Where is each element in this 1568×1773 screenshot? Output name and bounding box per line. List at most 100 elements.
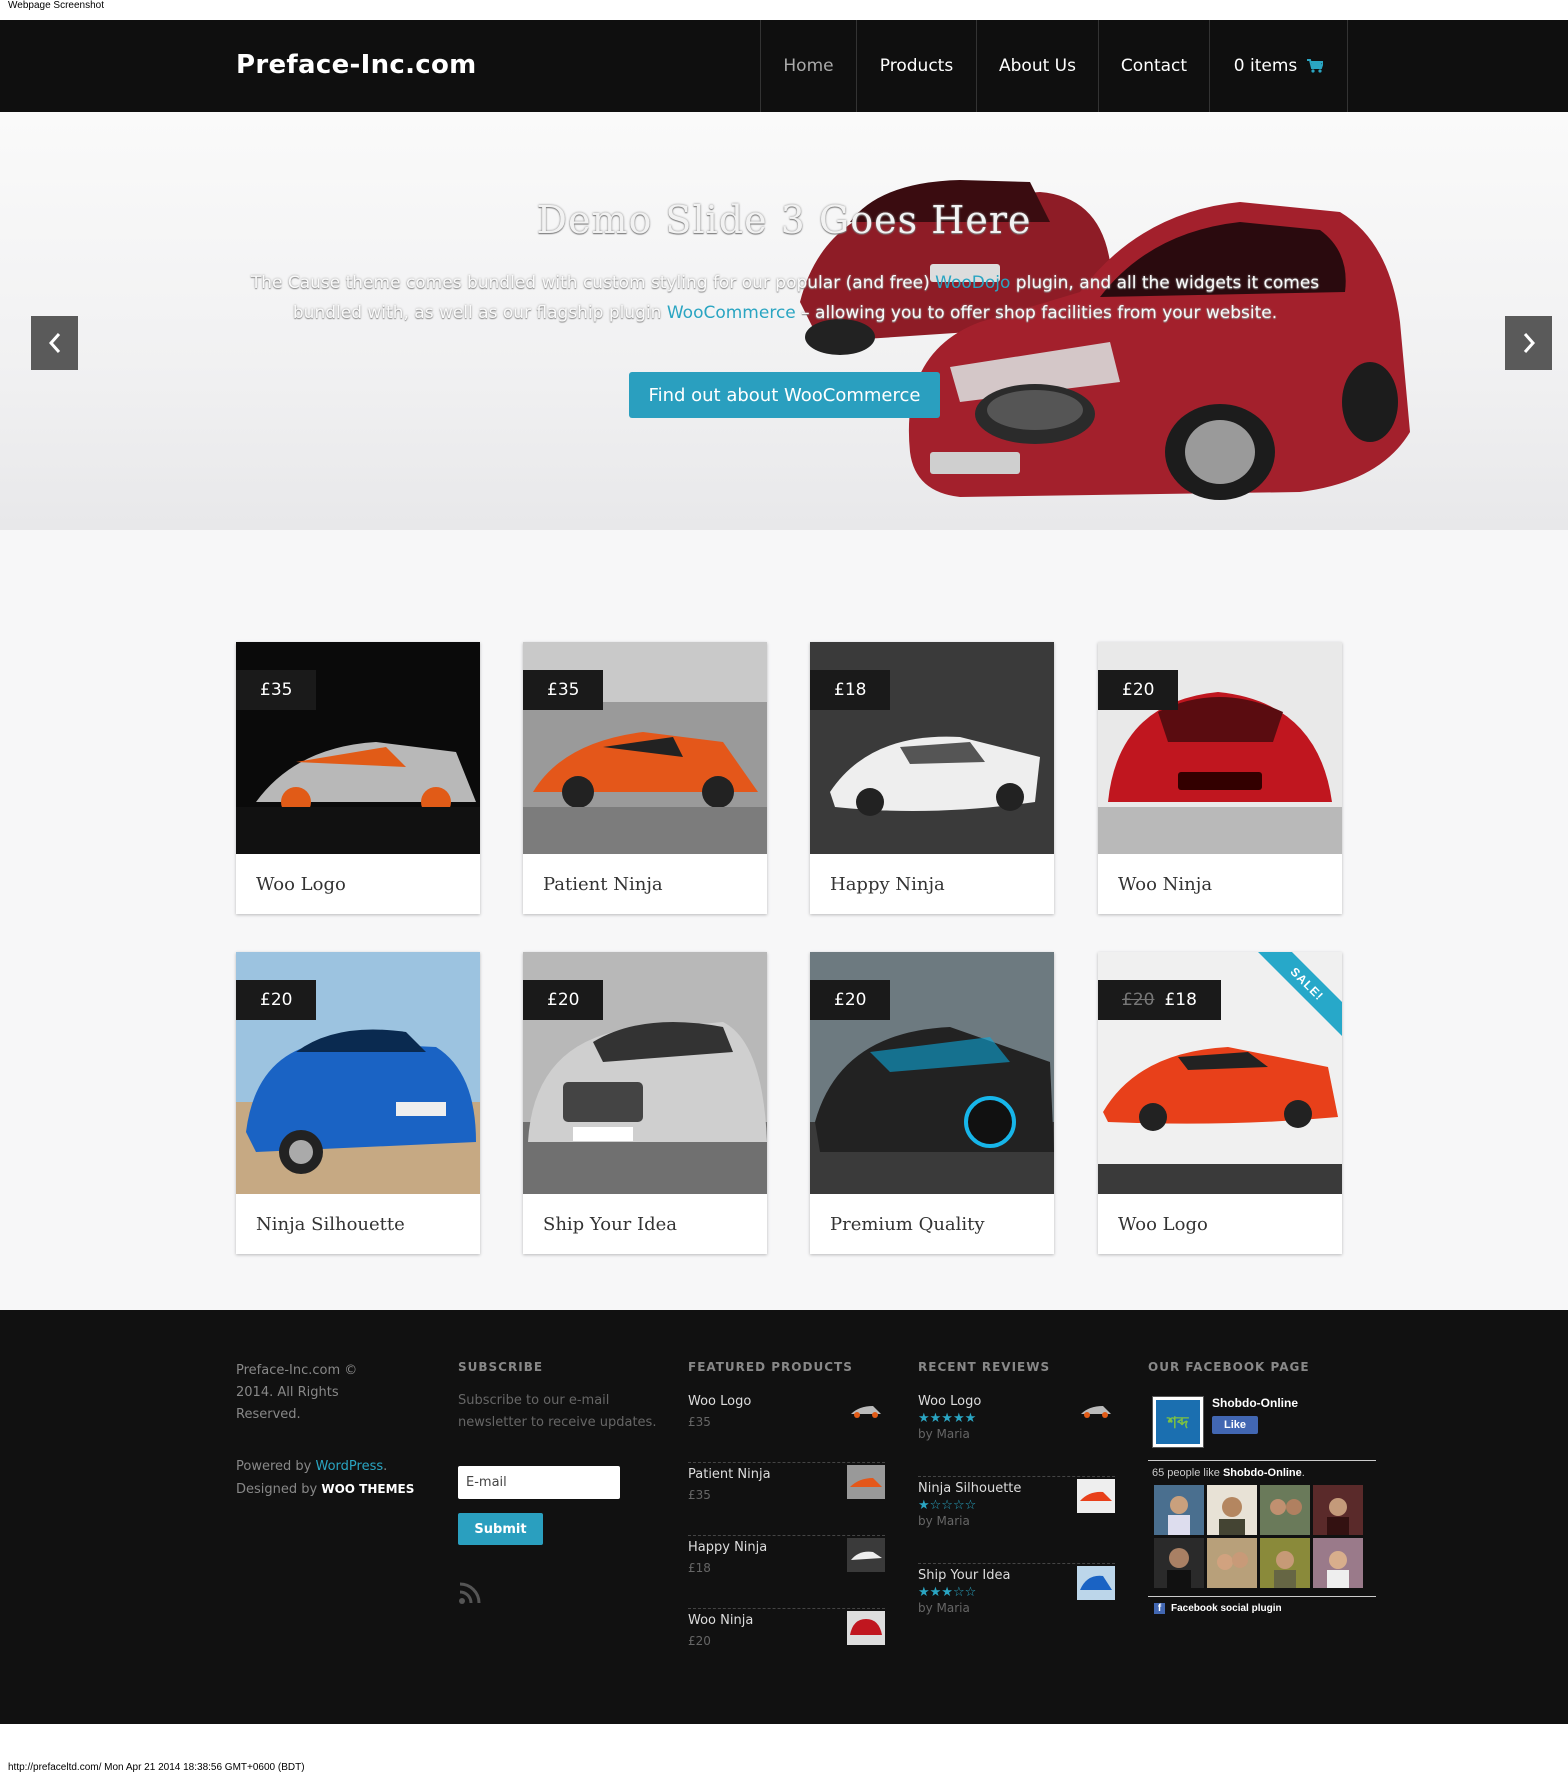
slider-prev-button[interactable] xyxy=(31,316,78,370)
price-tag: £20 £18 xyxy=(1098,980,1221,1020)
nav-cart[interactable]: 0 items xyxy=(1210,20,1348,112)
fan-avatar[interactable] xyxy=(1313,1538,1363,1588)
product-name: Happy Ninja xyxy=(830,873,945,895)
slider-next-button[interactable] xyxy=(1505,316,1552,370)
fan-avatar[interactable] xyxy=(1260,1485,1310,1535)
product-name: Ninja Silhouette xyxy=(256,1213,405,1235)
footer-about: Preface-Inc.com © 2014. All Rights Reser… xyxy=(236,1360,414,1501)
site-header: Preface-Inc.com Home Products About Us C… xyxy=(0,20,1568,112)
page-url-timestamp: http://prefaceltd.com/ Mon Apr 21 2014 1… xyxy=(8,1762,305,1773)
footer-recent-reviews: RECENT REVIEWS Woo Logo ★★★★★ by Maria N… xyxy=(918,1360,1115,1651)
price-tag: £35 xyxy=(236,670,317,710)
review-item[interactable]: Woo Logo ★★★★★ by Maria xyxy=(918,1390,1115,1477)
price-tag: £20 xyxy=(523,980,604,1020)
nav-contact[interactable]: Contact xyxy=(1099,20,1210,112)
nav-home[interactable]: Home xyxy=(761,20,857,112)
review-item[interactable]: Ship Your Idea ★★★☆☆ by Maria xyxy=(918,1564,1115,1651)
reviews-heading: RECENT REVIEWS xyxy=(918,1360,1051,1374)
review-item[interactable]: Ninja Silhouette ★☆☆☆☆ by Maria xyxy=(918,1477,1115,1564)
product-image: £35 xyxy=(523,642,767,854)
product-name: Woo Logo xyxy=(1118,1213,1208,1235)
submit-button[interactable]: Submit xyxy=(458,1513,543,1545)
product-name: Woo Logo xyxy=(256,873,346,895)
fan-avatar[interactable] xyxy=(1154,1538,1204,1588)
product-image: £35 xyxy=(236,642,480,854)
review-author: by Maria xyxy=(918,1427,970,1441)
product-card[interactable]: £20 £18 SALE! Woo Logo xyxy=(1098,952,1342,1254)
product-card[interactable]: £18 Happy Ninja xyxy=(810,642,1054,914)
fan-avatar[interactable] xyxy=(1207,1485,1257,1535)
product-card[interactable]: £35 Patient Ninja xyxy=(523,642,767,914)
footer-featured-products: FEATURED PRODUCTS Woo Logo £35 Patient N… xyxy=(688,1360,885,1682)
find-out-woocommerce-button[interactable]: Find out about WooCommerce xyxy=(629,372,940,418)
powered-by: Powered by WordPress. Designed by WOO TH… xyxy=(236,1459,415,1497)
list-item[interactable]: Patient Ninja £35 xyxy=(688,1463,885,1536)
facebook-like-count: 65 people like Shobdo-Online. xyxy=(1152,1467,1305,1479)
product-thumbnail xyxy=(847,1465,885,1499)
product-card[interactable]: £20 Woo Ninja xyxy=(1098,642,1342,914)
product-name: Patient Ninja xyxy=(543,873,663,895)
copyright-text: Preface-Inc.com © 2014. All Rights Reser… xyxy=(236,1363,358,1422)
review-author: by Maria xyxy=(918,1601,970,1615)
price-tag: £20 xyxy=(1098,670,1179,710)
product-card[interactable]: £20 Premium Quality xyxy=(810,952,1054,1254)
product-image: £20 £18 SALE! xyxy=(1098,952,1342,1194)
product-thumbnail xyxy=(1077,1566,1115,1600)
featured-heading: FEATURED PRODUCTS xyxy=(688,1360,853,1374)
rss-icon[interactable] xyxy=(458,1581,482,1605)
main-nav: Home Products About Us Contact 0 items xyxy=(760,20,1348,112)
woodojo-link[interactable]: WooDojo xyxy=(935,273,1010,293)
product-image: £20 xyxy=(236,952,480,1194)
facebook-page-logo[interactable]: শব্দ xyxy=(1152,1396,1204,1448)
nav-products[interactable]: Products xyxy=(857,20,977,112)
fan-avatar[interactable] xyxy=(1313,1485,1363,1535)
product-name: Premium Quality xyxy=(830,1213,985,1235)
product-thumbnail xyxy=(847,1611,885,1645)
facebook-icon: f xyxy=(1154,1603,1165,1614)
product-card[interactable]: £20 Ship Your Idea xyxy=(523,952,767,1254)
price-tag: £18 xyxy=(810,670,891,710)
review-author: by Maria xyxy=(918,1514,970,1528)
facebook-heading: OUR FACEBOOK PAGE xyxy=(1148,1360,1310,1374)
hero-text-part-3: – allowing you to offer shop facilities … xyxy=(795,303,1278,323)
list-item[interactable]: Happy Ninja £18 xyxy=(688,1536,885,1609)
list-item[interactable]: Woo Ninja £20 xyxy=(688,1609,885,1682)
fan-avatar[interactable] xyxy=(1207,1538,1257,1588)
wordpress-link[interactable]: WordPress xyxy=(315,1459,383,1474)
nav-about-us[interactable]: About Us xyxy=(977,20,1099,112)
product-image: £18 xyxy=(810,642,1054,854)
facebook-like-button[interactable]: Like xyxy=(1212,1416,1258,1434)
list-item[interactable]: Woo Logo £35 xyxy=(688,1390,885,1463)
facebook-page-name[interactable]: Shobdo-Online xyxy=(1212,1396,1298,1410)
email-field[interactable]: E-mail xyxy=(458,1466,620,1499)
product-image: £20 xyxy=(523,952,767,1194)
subscribe-text: Subscribe to our e-mail newsletter to re… xyxy=(458,1393,657,1430)
facebook-fans-grid xyxy=(1148,1485,1376,1588)
subscribe-heading: SUBSCRIBE xyxy=(458,1360,544,1374)
footer-subscribe: SUBSCRIBE Subscribe to our e-mail newsle… xyxy=(458,1360,658,1609)
old-price: £20 xyxy=(1122,990,1155,1010)
woothemes-logo[interactable]: WOO THEMES xyxy=(321,1482,414,1496)
product-card[interactable]: £35 Woo Logo xyxy=(236,642,480,914)
site-logo[interactable]: Preface-Inc.com xyxy=(236,50,477,80)
hero-title: Demo Slide 3 Goes Here xyxy=(536,198,1032,242)
browser-caption: Webpage Screenshot xyxy=(8,0,104,11)
site-footer: Preface-Inc.com © 2014. All Rights Reser… xyxy=(0,1310,1568,1724)
sale-price: £18 xyxy=(1164,990,1197,1010)
product-image: £20 xyxy=(810,952,1054,1194)
price-tag: £20 xyxy=(810,980,891,1020)
facebook-social-plugin[interactable]: f Facebook social plugin xyxy=(1148,1596,1376,1620)
products-grid: £35 Woo Logo £35 Patient Ninja £18 Happy… xyxy=(0,530,1568,1310)
product-thumbnail xyxy=(1077,1479,1115,1513)
woocommerce-link[interactable]: WooCommerce xyxy=(667,303,796,323)
hero-text: The Cause theme comes bundled with custo… xyxy=(250,268,1320,328)
chevron-left-icon xyxy=(48,333,60,353)
fan-avatar[interactable] xyxy=(1260,1538,1310,1588)
hero-slider: Demo Slide 3 Goes Here The Cause theme c… xyxy=(0,112,1568,530)
product-image: £20 xyxy=(1098,642,1342,854)
price-tag: £20 xyxy=(236,980,317,1020)
fan-avatar[interactable] xyxy=(1154,1485,1204,1535)
facebook-widget: শব্দ Shobdo-Online Like 65 people like S… xyxy=(1148,1390,1376,1620)
product-card[interactable]: £20 Ninja Silhouette xyxy=(236,952,480,1254)
cart-icon xyxy=(1307,59,1324,73)
